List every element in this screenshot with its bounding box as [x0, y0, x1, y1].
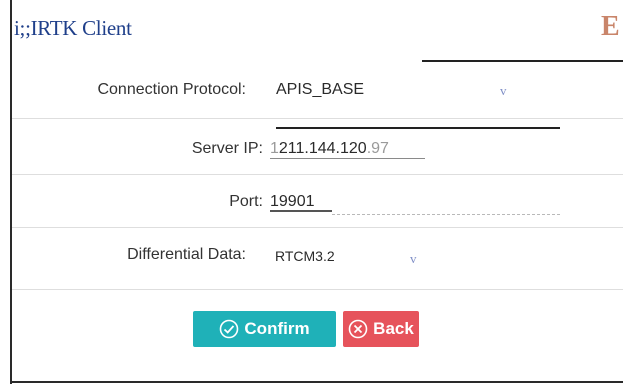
server-ip-prefix: 1: [270, 140, 279, 157]
diff-data-dropdown-icon[interactable]: v: [410, 251, 417, 267]
check-circle-icon: [220, 319, 239, 339]
title-bar: i;;IRTK Client E: [12, 0, 623, 62]
diff-data-select[interactable]: RTCM3.2: [275, 248, 335, 264]
title-underline: [422, 60, 623, 62]
confirm-label: Confirm: [244, 319, 310, 338]
port-underline: [270, 210, 332, 212]
corner-mark: E: [601, 11, 620, 42]
window-title: i;;IRTK Client: [14, 16, 132, 40]
row-divider: [12, 227, 623, 228]
window-bottom-border: [10, 381, 623, 383]
port-input[interactable]: 19901: [270, 193, 315, 211]
server-ip-rule: [276, 127, 560, 129]
diff-data-label: Differential Data:: [127, 246, 246, 263]
confirm-button[interactable]: Confirm: [193, 311, 336, 347]
protocol-select[interactable]: APIS_BASE: [276, 81, 364, 99]
protocol-label: Connection Protocol:: [97, 81, 246, 98]
back-button[interactable]: Back: [343, 311, 419, 347]
row-divider: [12, 174, 623, 175]
protocol-dropdown-icon[interactable]: v: [500, 83, 507, 99]
server-ip-label: Server IP:: [191, 140, 263, 157]
port-label: Port:: [229, 193, 263, 210]
close-circle-icon: [348, 319, 368, 339]
server-ip-suffix: .97: [366, 140, 389, 157]
server-ip-value: 211.144.120: [278, 140, 367, 157]
row-divider: [12, 118, 623, 119]
server-ip-underline: [270, 158, 425, 159]
back-label: Back: [373, 319, 414, 338]
port-dashed-line: [332, 214, 560, 215]
server-ip-input[interactable]: 1211.144.120.97: [270, 140, 389, 158]
row-divider: [12, 289, 623, 290]
